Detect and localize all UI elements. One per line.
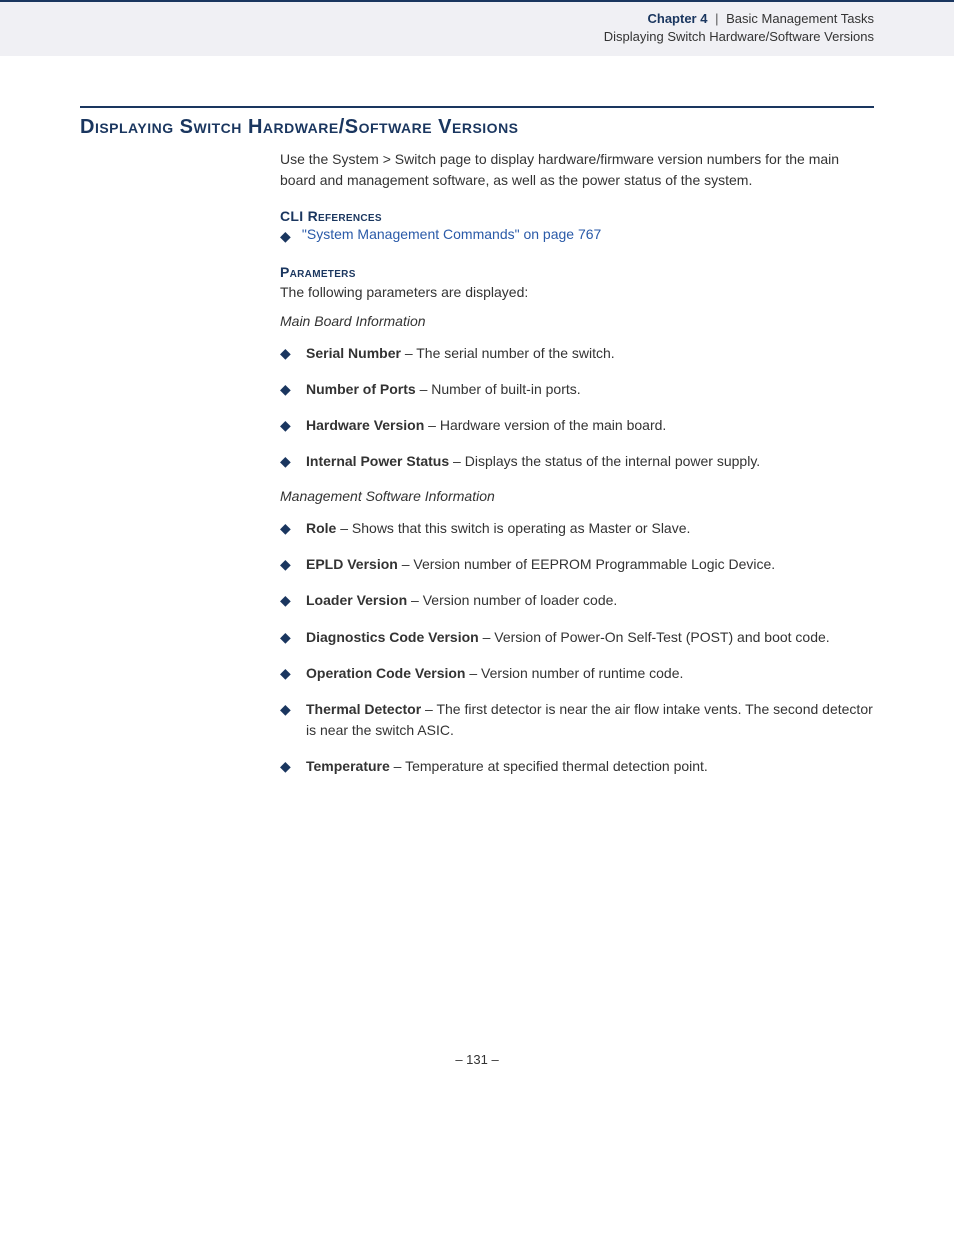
cli-link-line: ◆ "System Management Commands" on page 7…: [280, 226, 874, 246]
param-desc: – Version number of loader code.: [407, 592, 617, 608]
param-term: Thermal Detector: [306, 701, 421, 717]
diamond-bullet-icon: ◆: [280, 554, 306, 574]
diamond-bullet-icon: ◆: [280, 379, 306, 399]
separator: |: [715, 11, 718, 26]
param-desc: – Shows that this switch is operating as…: [336, 520, 690, 536]
page-header: Chapter 4 | Basic Management Tasks Displ…: [0, 0, 954, 56]
list-item: ◆ Diagnostics Code Version – Version of …: [280, 627, 874, 647]
section-title: Displaying Switch Hardware/Software Vers…: [80, 116, 874, 139]
diamond-bullet-icon: ◆: [280, 590, 306, 610]
list-item: ◆ Internal Power Status – Displays the s…: [280, 451, 874, 471]
cli-reference-link[interactable]: "System Management Commands" on page 767: [302, 226, 601, 242]
list-item: ◆ Temperature – Temperature at specified…: [280, 756, 874, 776]
param-term: EPLD Version: [306, 556, 398, 572]
param-desc: – The serial number of the switch.: [401, 345, 615, 361]
header-subtitle: Displaying Switch Hardware/Software Vers…: [0, 28, 874, 46]
param-desc: – Version of Power-On Self-Test (POST) a…: [479, 629, 830, 645]
param-term: Role: [306, 520, 336, 536]
body-column: Use the System > Switch page to display …: [280, 149, 874, 776]
diamond-bullet-icon: ◆: [280, 415, 306, 435]
cli-references-heading: CLI References: [280, 208, 874, 224]
group-title-main-board: Main Board Information: [280, 313, 874, 329]
intro-paragraph: Use the System > Switch page to display …: [280, 149, 874, 190]
diamond-bullet-icon: ◆: [280, 226, 298, 246]
param-desc: – Version number of runtime code.: [465, 665, 683, 681]
section-rule: [80, 106, 874, 108]
list-item: ◆ Thermal Detector – The first detector …: [280, 699, 874, 740]
diamond-bullet-icon: ◆: [280, 699, 306, 719]
param-term: Temperature: [306, 758, 390, 774]
param-term: Operation Code Version: [306, 665, 465, 681]
param-desc: – Temperature at specified thermal detec…: [390, 758, 708, 774]
param-term: Diagnostics Code Version: [306, 629, 479, 645]
parameters-heading: Parameters: [280, 264, 874, 280]
group-title-management-software: Management Software Information: [280, 488, 874, 504]
list-item: ◆ Number of Ports – Number of built-in p…: [280, 379, 874, 399]
diamond-bullet-icon: ◆: [280, 451, 306, 471]
param-desc: – Number of built-in ports.: [416, 381, 581, 397]
list-item: ◆ Operation Code Version – Version numbe…: [280, 663, 874, 683]
param-list-main-board: ◆ Serial Number – The serial number of t…: [280, 343, 874, 472]
page-number: – 131 –: [0, 1052, 954, 1097]
param-term: Number of Ports: [306, 381, 416, 397]
list-item: ◆ Loader Version – Version number of loa…: [280, 590, 874, 610]
diamond-bullet-icon: ◆: [280, 343, 306, 363]
param-desc: – Hardware version of the main board.: [424, 417, 666, 433]
list-item: ◆ Serial Number – The serial number of t…: [280, 343, 874, 363]
param-list-management-software: ◆ Role – Shows that this switch is opera…: [280, 518, 874, 776]
param-desc: – Version number of EEPROM Programmable …: [398, 556, 775, 572]
param-term: Hardware Version: [306, 417, 424, 433]
list-item: ◆ Hardware Version – Hardware version of…: [280, 415, 874, 435]
page-content: Displaying Switch Hardware/Software Vers…: [0, 56, 954, 832]
diamond-bullet-icon: ◆: [280, 663, 306, 683]
param-term: Loader Version: [306, 592, 407, 608]
diamond-bullet-icon: ◆: [280, 518, 306, 538]
list-item: ◆ EPLD Version – Version number of EEPRO…: [280, 554, 874, 574]
chapter-label: Chapter 4: [648, 11, 708, 26]
param-term: Internal Power Status: [306, 453, 449, 469]
parameters-intro: The following parameters are displayed:: [280, 282, 874, 302]
list-item: ◆ Role – Shows that this switch is opera…: [280, 518, 874, 538]
diamond-bullet-icon: ◆: [280, 627, 306, 647]
param-desc: – Displays the status of the internal po…: [449, 453, 760, 469]
chapter-title: Basic Management Tasks: [726, 11, 874, 26]
diamond-bullet-icon: ◆: [280, 756, 306, 776]
param-term: Serial Number: [306, 345, 401, 361]
